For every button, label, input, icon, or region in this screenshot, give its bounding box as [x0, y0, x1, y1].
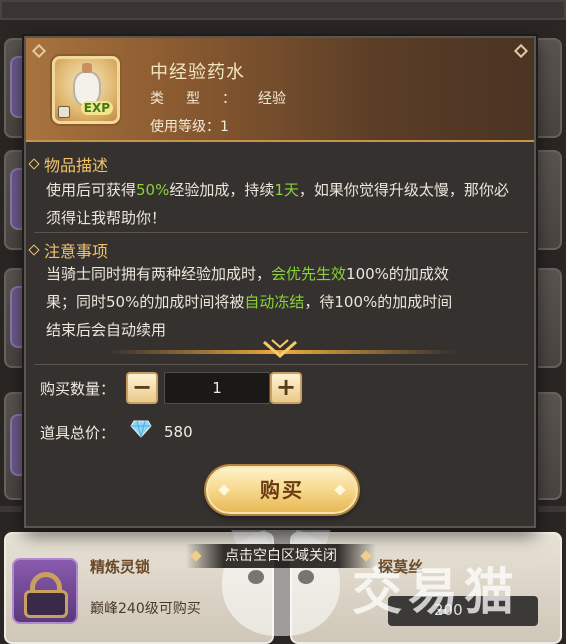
bg-top-bar	[0, 0, 566, 20]
item-level-value: 1	[220, 119, 229, 135]
exp-badge: EXP	[80, 101, 113, 115]
description-highlight: 1天	[274, 181, 299, 199]
star-ornament-icon	[190, 550, 202, 562]
diamond-bullet-icon	[28, 158, 40, 170]
watermark-text: 交易猫	[352, 563, 520, 621]
item-type-value: 经验	[258, 91, 286, 107]
item-level-label: 使用等级：	[150, 119, 220, 135]
notes-highlight: 自动冻结	[244, 293, 305, 311]
lock-body-icon	[24, 590, 68, 618]
corner-ornament-icon	[31, 43, 47, 59]
notes-text-part: 当骑士同时拥有两种经验加成时，	[46, 265, 272, 283]
sparkle-icon	[334, 484, 346, 496]
quantity-label: 购买数量：	[40, 380, 116, 398]
corner-ornament-icon	[513, 43, 529, 59]
lock-item-icon	[12, 558, 78, 624]
exp-potion-icon: EXP	[52, 56, 120, 124]
close-hint-text: 点击空白区域关闭	[225, 548, 337, 564]
total-price-value: 580	[164, 423, 193, 441]
section-divider	[34, 232, 528, 233]
item-title: 中经验药水	[150, 62, 245, 83]
buy-button-label: 购买	[260, 478, 304, 502]
diamond-bullet-icon	[28, 244, 40, 256]
star-ornament-icon	[360, 550, 372, 562]
description-text-part: 经验加成，持续	[169, 181, 275, 199]
bg-item-requirement: 巅峰240级可购买	[90, 601, 201, 617]
popup-header: EXP 中经验药水 类型：经验 使用等级：1	[26, 38, 534, 142]
notes-section-title: 注意事项	[28, 238, 109, 262]
description-text: 使用后可获得50%经验加成，持续1天，如果你觉得升级太慢，那你必须得让我帮助你！	[46, 176, 522, 232]
bg-item-name: 精炼灵锁	[90, 558, 151, 576]
close-hint[interactable]: 点击空白区域关闭	[186, 544, 376, 568]
item-type-row: 类型：经验	[150, 88, 286, 108]
item-detail-popup[interactable]: EXP 中经验药水 类型：经验 使用等级：1 物品描述 使用后可获得50%经验加…	[24, 36, 536, 528]
item-level-row: 使用等级：1	[150, 116, 229, 136]
total-price-label: 道具总价：	[40, 424, 116, 442]
buy-button[interactable]: 购买	[206, 466, 358, 514]
bound-lock-icon	[58, 106, 70, 118]
quantity-plus-button[interactable]: +	[270, 372, 302, 404]
description-text-part: 使用后可获得	[46, 181, 137, 199]
item-type-label: 类型：	[150, 91, 258, 107]
description-title-text: 物品描述	[44, 156, 109, 175]
section-divider	[34, 364, 528, 365]
notes-title-text: 注意事项	[44, 242, 109, 261]
quantity-minus-button[interactable]: −	[126, 372, 158, 404]
sparkle-icon	[218, 484, 230, 496]
description-highlight: 50%	[136, 181, 170, 199]
quantity-input[interactable]: 1	[164, 372, 270, 404]
diamond-icon	[130, 420, 152, 438]
notes-highlight: 会优先生效	[271, 265, 347, 283]
notes-text: 当骑士同时拥有两种经验加成时，会优先生效100%的加成效果；同时50%的加成时间…	[46, 260, 466, 344]
description-section-title: 物品描述	[28, 152, 109, 176]
chevron-down-icon	[263, 339, 297, 358]
